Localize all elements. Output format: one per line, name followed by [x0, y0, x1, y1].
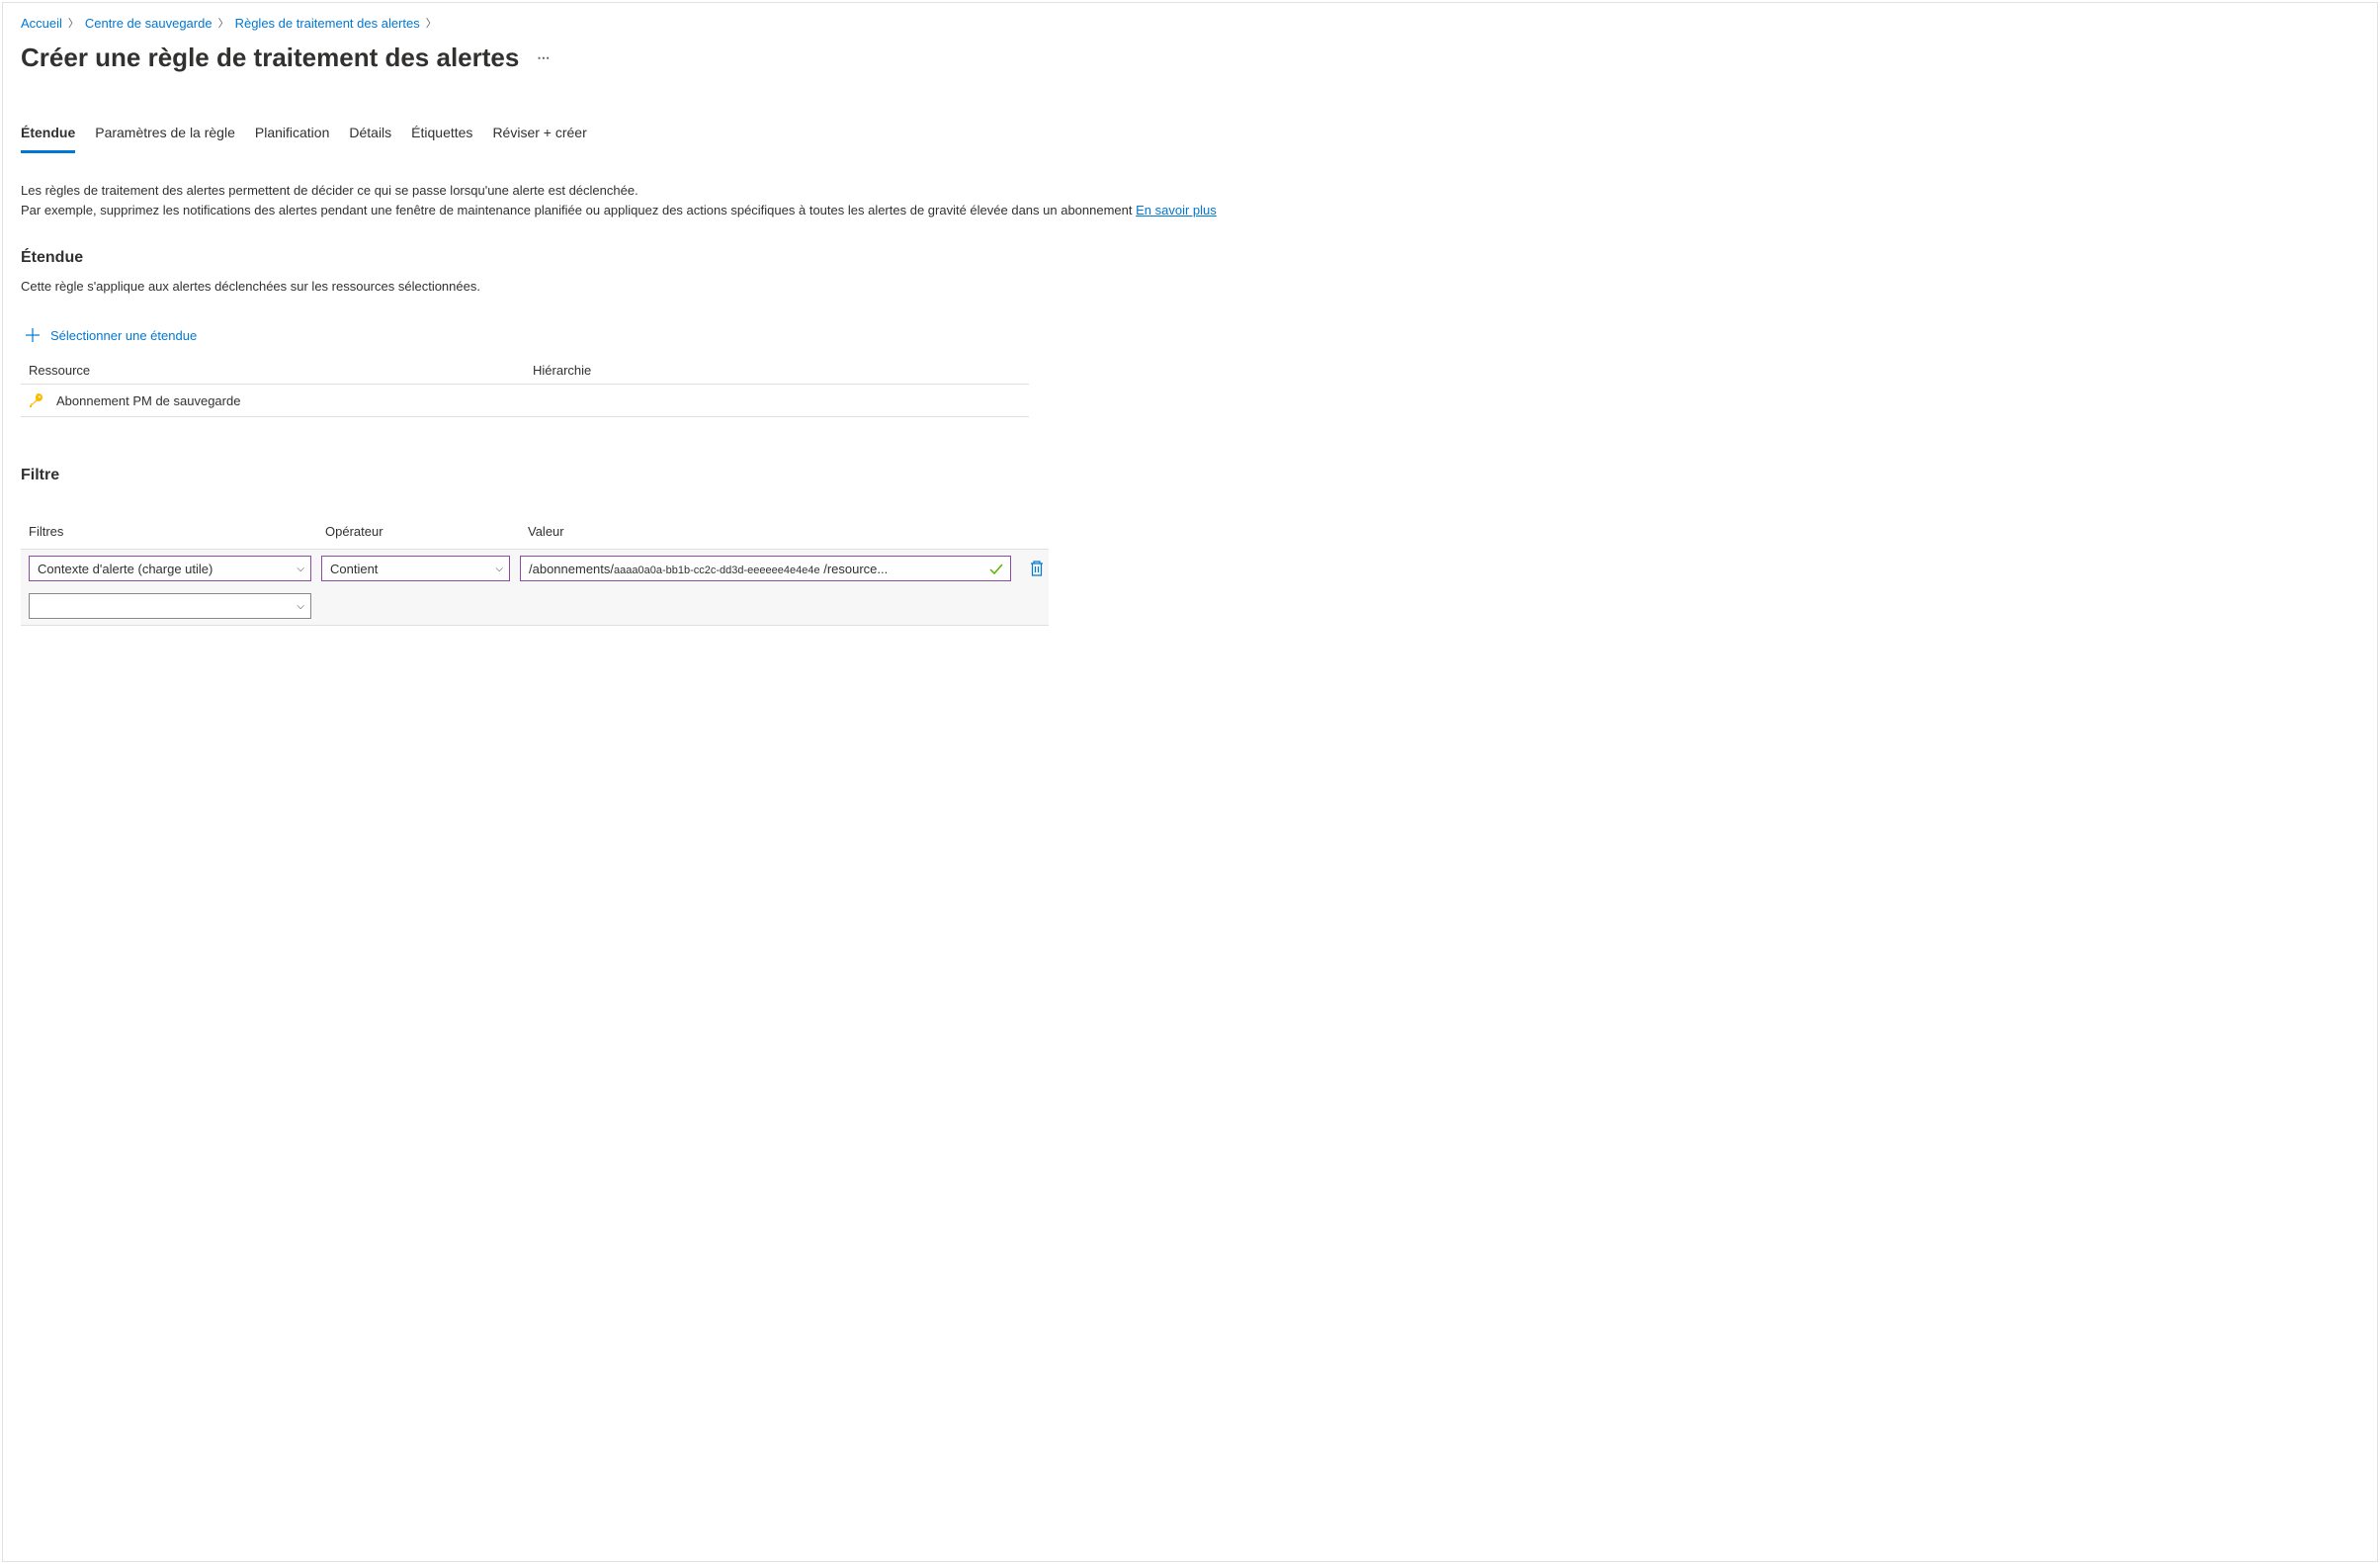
description-text: Les règles de traitement des alertes per…: [21, 181, 2359, 219]
chevron-right-icon: 〉: [68, 15, 79, 31]
chevron-right-icon: 〉: [426, 15, 437, 31]
delete-filter-button[interactable]: [1029, 560, 1045, 577]
filter-type-value: Contexte d'alerte (charge utile): [38, 562, 212, 576]
tab-rule-settings[interactable]: Paramètres de la règle: [95, 121, 235, 153]
breadcrumb-home[interactable]: Accueil: [21, 16, 62, 31]
scope-description: Cette règle s'applique aux alertes décle…: [21, 279, 2359, 294]
chevron-down-icon: ⌵: [495, 564, 503, 574]
key-icon: [29, 392, 44, 408]
page-container: Accueil 〉 Centre de sauvegarde 〉 Règles …: [2, 2, 2378, 1562]
add-filter-dropdown[interactable]: ⌵: [29, 593, 311, 619]
filter-operator-value: Contient: [330, 562, 378, 576]
plus-icon: [25, 327, 41, 343]
filter-headers: Filtres Opérateur Valeur: [21, 524, 1049, 549]
filter-value-input[interactable]: /abonnements/aaaa0a0a-bb1b-cc2c-dd3d-eee…: [520, 556, 1011, 581]
scope-col-resource: Ressource: [29, 363, 533, 378]
remove-scope-button[interactable]: [1001, 392, 1021, 408]
description-line2: Par exemple, supprimez les notifications…: [21, 201, 2359, 220]
filter-col-value: Valeur: [528, 524, 1041, 539]
scope-table: Ressource Hiérarchie Abonnement PM de sa…: [21, 357, 1029, 417]
filter-row: Contexte d'alerte (charge utile) ⌵ Conti…: [21, 550, 1049, 587]
learn-more-link[interactable]: En savoir plus: [1136, 203, 1217, 217]
chevron-down-icon: ⌵: [297, 601, 304, 612]
filter-col-filters: Filtres: [29, 524, 325, 539]
breadcrumb: Accueil 〉 Centre de sauvegarde 〉 Règles …: [21, 13, 2359, 39]
filter-type-dropdown[interactable]: Contexte d'alerte (charge utile) ⌵: [29, 556, 311, 581]
filter-operator-dropdown[interactable]: Contient ⌵: [321, 556, 510, 581]
filter-col-operator: Opérateur: [325, 524, 528, 539]
breadcrumb-alert-rules[interactable]: Règles de traitement des alertes: [235, 16, 420, 31]
tabs: Étendue Paramètres de la règle Planifica…: [21, 121, 2359, 153]
filter-section: Filtre Filtres Opérateur Valeur Contexte…: [21, 467, 2359, 626]
chevron-right-icon: 〉: [218, 15, 229, 31]
tab-tags[interactable]: Étiquettes: [411, 121, 472, 153]
chevron-down-icon: ⌵: [297, 564, 304, 574]
filter-rows-container: Contexte d'alerte (charge utile) ⌵ Conti…: [21, 549, 1049, 626]
description-line1: Les règles de traitement des alertes per…: [21, 181, 2359, 201]
check-icon: [988, 561, 1004, 576]
filter-grid: Filtres Opérateur Valeur Contexte d'aler…: [21, 524, 1049, 626]
scope-resource-name: Abonnement PM de sauvegarde: [56, 393, 541, 408]
more-actions-button[interactable]: ⋯: [537, 50, 552, 66]
scope-col-hierarchy: Hiérarchie: [533, 363, 1021, 378]
select-scope-label: Sélectionner une étendue: [50, 328, 197, 343]
scope-row: Abonnement PM de sauvegarde: [21, 385, 1029, 417]
tab-scope[interactable]: Étendue: [21, 121, 75, 153]
scope-table-header: Ressource Hiérarchie: [21, 357, 1029, 385]
select-scope-button[interactable]: Sélectionner une étendue: [21, 323, 2359, 347]
filter-row-empty: ⌵: [21, 587, 1049, 625]
filter-value-text: /abonnements/aaaa0a0a-bb1b-cc2c-dd3d-eee…: [529, 562, 982, 576]
breadcrumb-backup-center[interactable]: Centre de sauvegarde: [85, 16, 212, 31]
page-title-row: Créer une règle de traitement des alerte…: [21, 43, 2359, 73]
page-title: Créer une règle de traitement des alerte…: [21, 43, 519, 73]
tab-details[interactable]: Détails: [349, 121, 391, 153]
filter-heading: Filtre: [21, 467, 2359, 484]
scope-heading: Étendue: [21, 249, 2359, 267]
tab-scheduling[interactable]: Planification: [255, 121, 330, 153]
tab-review-create[interactable]: Réviser + créer: [492, 121, 586, 153]
